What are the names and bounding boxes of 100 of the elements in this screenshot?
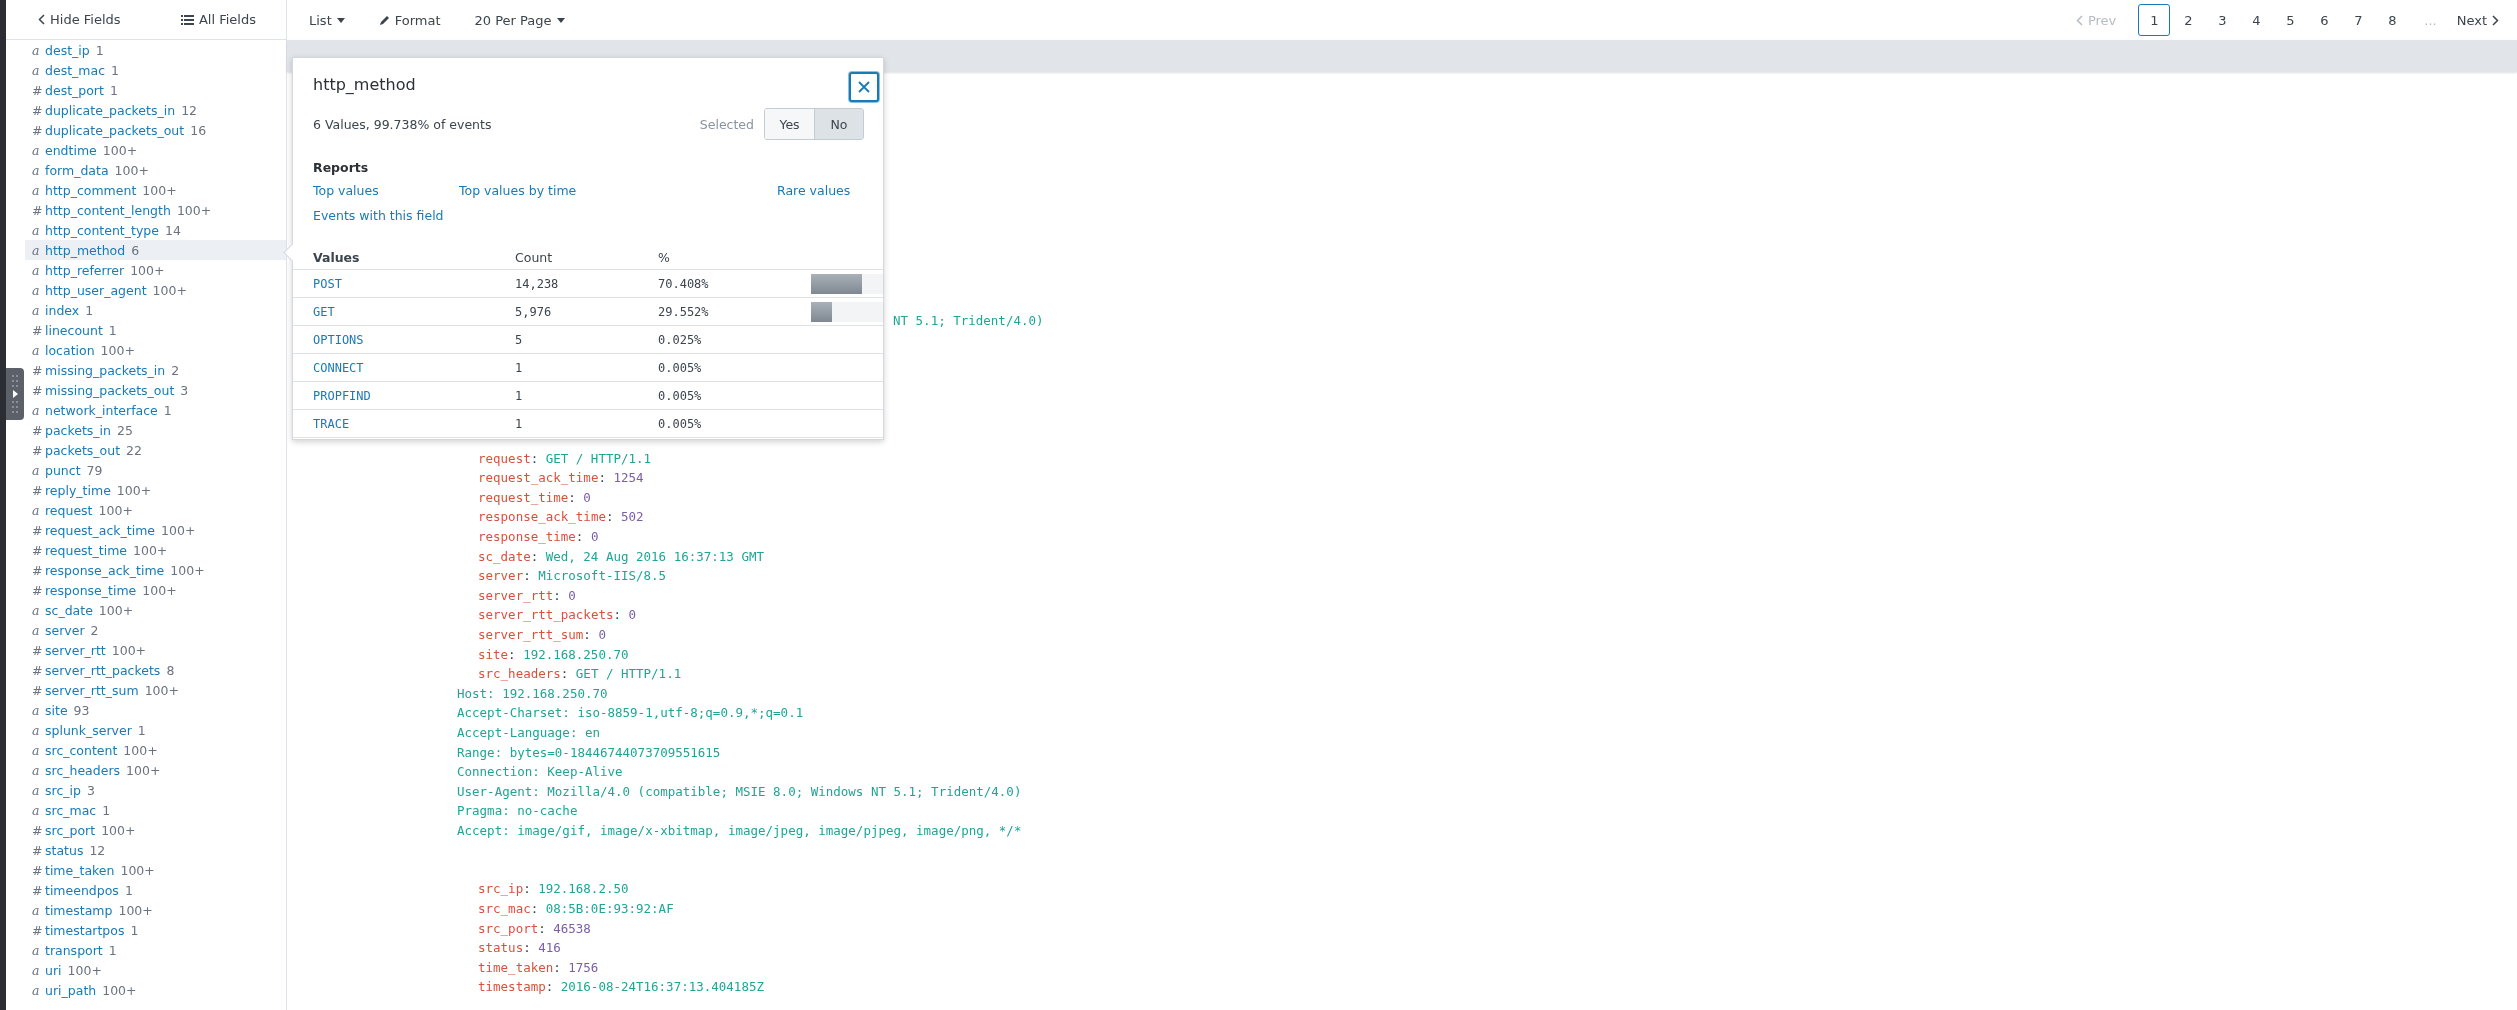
field-name: server_rtt_sum <box>45 682 139 698</box>
close-button[interactable] <box>849 72 879 102</box>
field-name: server_rtt_packets <box>45 662 161 678</box>
format-button[interactable]: Format <box>374 10 445 30</box>
field-type: # <box>32 522 44 538</box>
event-field-line: response_ack_time: 502 <box>478 508 644 527</box>
field-type: a <box>32 502 41 518</box>
field-count: 100+ <box>170 562 205 578</box>
toggle-option[interactable]: Yes <box>765 109 814 139</box>
toggle-option[interactable]: No <box>814 109 863 139</box>
field-count: 100+ <box>144 682 179 698</box>
field-count: 100+ <box>102 982 137 998</box>
field-name: request_ack_time <box>45 522 156 538</box>
field-count: 93 <box>73 702 90 718</box>
report-link[interactable]: Events with this field <box>313 208 444 223</box>
reports-heading: Reports <box>312 159 370 175</box>
event-field-line: response_time: 0 <box>478 527 599 546</box>
field-name: reply_time <box>45 482 111 498</box>
field-type: a <box>32 262 41 278</box>
field-name: location <box>45 342 95 358</box>
column-header: Values <box>313 249 361 265</box>
value-link[interactable]: POST <box>313 276 342 291</box>
event-line: NT 5.1; Trident/4.0) <box>893 312 1044 330</box>
caret-icon <box>556 17 565 23</box>
hide-fields-button[interactable]: Hide Fields <box>34 10 125 29</box>
field-type: a <box>32 242 41 258</box>
field-type: # <box>32 822 44 838</box>
event-field-line: site: 192.168.250.70 <box>478 645 629 664</box>
all-fields-button[interactable]: All Fields <box>176 10 260 29</box>
panel-handle[interactable] <box>6 368 24 420</box>
field-name: http_content_length <box>45 202 171 218</box>
event-field-line: src_port: 46538 <box>478 919 591 938</box>
field-name: server_rtt <box>45 642 106 658</box>
field-type: a <box>32 802 41 818</box>
field-type: a <box>32 782 41 798</box>
field-name: timestartpos <box>45 922 125 938</box>
field-name: src_ip <box>45 782 81 798</box>
event-line: Accept-Charset: iso-8859-1,utf-8;q=0.9,*;q=0.1 <box>457 704 804 723</box>
field-type: # <box>32 422 44 438</box>
field-name: status <box>45 842 84 858</box>
field-type: a <box>32 42 41 58</box>
count-cell: 1 <box>515 360 523 375</box>
value-link[interactable]: GET <box>313 304 335 319</box>
field-name: src_content <box>45 742 118 758</box>
field-name: time_taken <box>45 862 115 878</box>
field-name: site <box>45 702 68 718</box>
field-name: missing_packets_out <box>45 382 175 398</box>
field-count: 1 <box>130 922 139 938</box>
field-type: # <box>32 202 44 218</box>
field-name: linecount <box>45 322 103 338</box>
field-type: # <box>32 442 44 458</box>
value-link[interactable]: OPTIONS <box>313 332 364 347</box>
field-count: 100+ <box>142 582 177 598</box>
field-type: a <box>32 602 41 618</box>
field-name: uri_path <box>45 982 97 998</box>
next-button[interactable]: Next <box>2452 10 2503 30</box>
field-count: 1 <box>109 82 118 98</box>
value-link[interactable]: PROPFIND <box>313 388 371 403</box>
field-item[interactable]: a http_method 6 <box>25 240 286 260</box>
field-name: splunk_server <box>45 722 132 738</box>
field-count: 16 <box>190 122 207 138</box>
field-type: a <box>32 742 41 758</box>
field-type: # <box>32 322 44 338</box>
value-link[interactable]: CONNECT <box>313 360 364 375</box>
event-field-line: src_headers: GET / HTTP/1.1 <box>478 665 682 684</box>
field-type: a <box>32 762 41 778</box>
event-line: User-Agent: Mozilla/4.0 (compatible; MSIE 8.0; Windows NT 5.1; Trident/4.0) <box>457 782 1022 801</box>
field-count: 25 <box>117 422 133 438</box>
field-type: # <box>32 682 44 698</box>
value-link[interactable]: TRACE <box>313 416 350 431</box>
field-count: 100+ <box>118 902 153 918</box>
report-link[interactable]: Top values <box>313 183 379 198</box>
report-link[interactable]: Top values by time <box>459 183 577 198</box>
event-line: Range: bytes=0-18446744073709551615 <box>457 743 721 762</box>
field-name: response_time <box>45 582 137 598</box>
field-count: 100+ <box>102 142 138 158</box>
field-type: a <box>32 622 41 638</box>
field-name: timeendpos <box>45 882 119 898</box>
field-count: 8 <box>166 662 175 678</box>
count-cell: 14,238 <box>515 276 559 291</box>
report-link[interactable]: Rare values <box>777 183 851 198</box>
close-icon <box>858 81 870 93</box>
count-cell: 1 <box>515 416 523 431</box>
event-field-line: time_taken: 1756 <box>478 958 599 977</box>
field-count: 1 <box>111 62 119 78</box>
field-name: response_ack_time <box>45 562 165 578</box>
page-button[interactable]: 1 <box>2138 4 2171 36</box>
percent-cell: 0.025% <box>658 332 702 347</box>
field-type: a <box>32 902 41 918</box>
field-count: 100+ <box>120 862 155 878</box>
list-dropdown[interactable]: List <box>305 10 349 30</box>
field-name: uri <box>45 962 62 978</box>
per-page-dropdown[interactable]: 20 Per Page <box>470 10 569 30</box>
field-count: 79 <box>86 462 103 478</box>
field-name: dest_mac <box>45 62 105 78</box>
field-name: http_content_type <box>45 222 159 238</box>
event-field-line: server_rtt_packets: 0 <box>478 606 637 625</box>
field-name: duplicate_packets_out <box>45 122 185 138</box>
field-count: 100+ <box>152 282 187 298</box>
field-count: 100+ <box>142 182 177 198</box>
